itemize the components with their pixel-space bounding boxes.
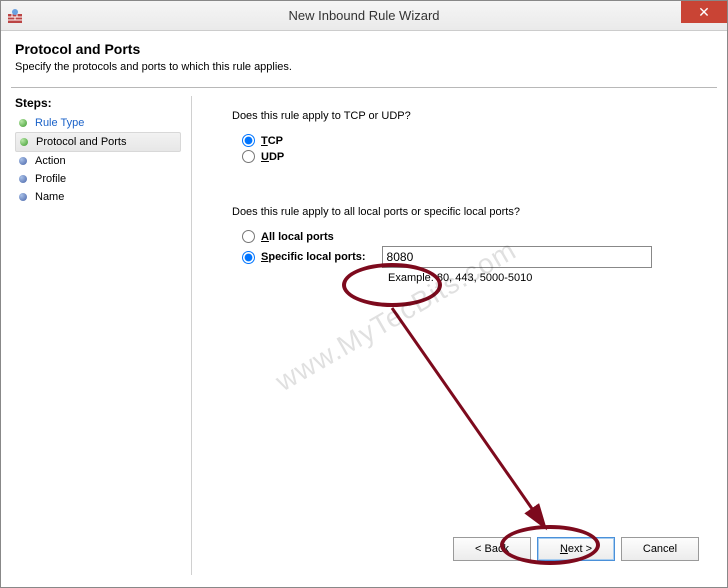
radio-specific-ports[interactable] <box>242 251 255 264</box>
sidebar-item-label: Rule Type <box>35 117 84 129</box>
radio-row-udp: UDP <box>242 150 697 163</box>
radio-row-specific-ports: Specific local ports: <box>242 246 697 268</box>
wizard-header: Protocol and Ports Specify the protocols… <box>1 31 727 81</box>
button-bar: < Back Next > Cancel <box>453 537 699 561</box>
step-bullet-icon <box>19 119 27 127</box>
radio-specific-ports-label[interactable]: Specific local ports: <box>261 251 366 263</box>
radio-row-all-ports: All local ports <box>242 230 697 243</box>
page-subtitle: Specify the protocols and ports to which… <box>15 61 713 73</box>
annotation-arrow <box>382 298 582 538</box>
annotation-ellipse-port <box>342 263 442 307</box>
steps-sidebar: Steps: Rule Type Protocol and Ports Acti… <box>1 88 191 583</box>
sidebar-item-action[interactable]: Action <box>15 152 181 170</box>
radio-tcp-label[interactable]: TCP <box>261 135 283 147</box>
window-title: New Inbound Rule Wizard <box>1 8 727 23</box>
radio-all-ports[interactable] <box>242 230 255 243</box>
protocol-question: Does this rule apply to TCP or UDP? <box>232 110 697 122</box>
port-example-text: Example: 80, 443, 5000-5010 <box>388 272 697 284</box>
sidebar-item-label: Protocol and Ports <box>36 136 127 148</box>
radio-row-tcp: TCP <box>242 134 697 147</box>
back-button[interactable]: < Back <box>453 537 531 561</box>
radio-udp-label[interactable]: UDP <box>261 151 284 163</box>
sidebar-item-name[interactable]: Name <box>15 188 181 206</box>
sidebar-item-label: Name <box>35 191 64 203</box>
radio-all-ports-label[interactable]: All local ports <box>261 231 334 243</box>
radio-udp[interactable] <box>242 150 255 163</box>
steps-label: Steps: <box>15 96 181 110</box>
sidebar-item-label: Profile <box>35 173 66 185</box>
cancel-button[interactable]: Cancel <box>621 537 699 561</box>
ports-question: Does this rule apply to all local ports … <box>232 206 697 218</box>
sidebar-item-rule-type[interactable]: Rule Type <box>15 114 181 132</box>
sidebar-item-profile[interactable]: Profile <box>15 170 181 188</box>
page-title: Protocol and Ports <box>15 41 713 57</box>
close-button[interactable]: ✕ <box>681 1 727 23</box>
title-bar: New Inbound Rule Wizard ✕ <box>1 1 727 31</box>
sidebar-item-label: Action <box>35 155 66 167</box>
step-bullet-icon <box>19 175 27 183</box>
wizard-content: Does this rule apply to TCP or UDP? TCP … <box>192 88 727 583</box>
next-button[interactable]: Next > <box>537 537 615 561</box>
port-input[interactable] <box>382 246 652 268</box>
sidebar-item-protocol-ports[interactable]: Protocol and Ports <box>15 132 181 152</box>
radio-tcp[interactable] <box>242 134 255 147</box>
close-icon: ✕ <box>698 5 710 19</box>
step-bullet-icon <box>19 193 27 201</box>
step-bullet-icon <box>19 157 27 165</box>
step-bullet-icon <box>20 138 28 146</box>
